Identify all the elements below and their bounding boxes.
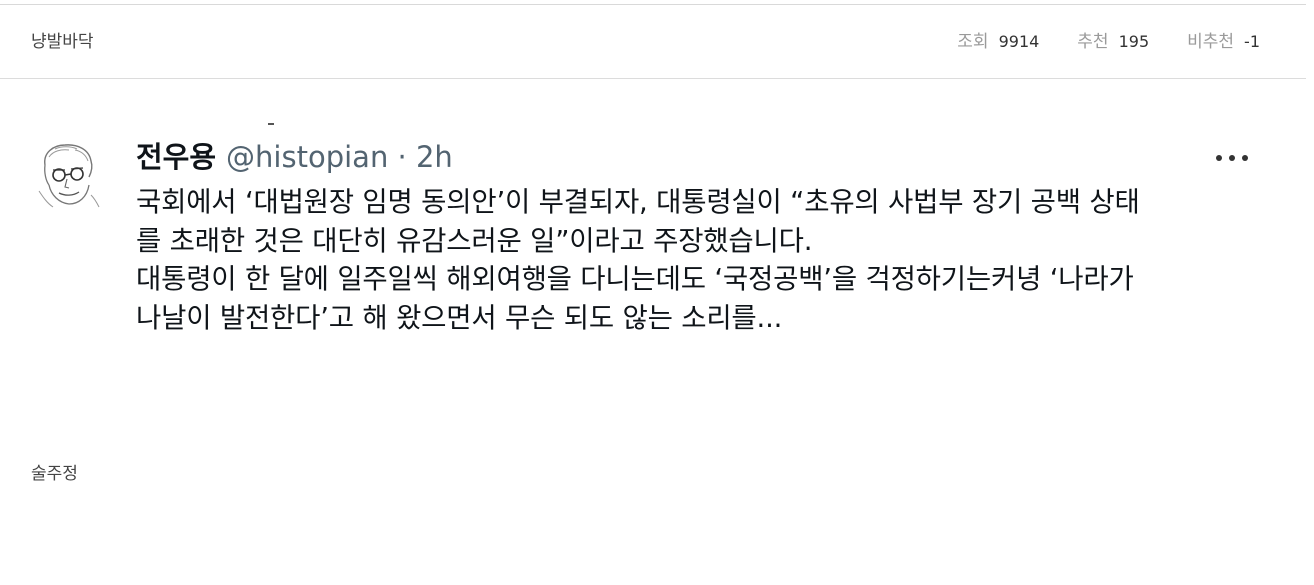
post-page: 냥발바닥 조회 9914 추천 195 비추천 -1 전우용 @histopia… [0, 0, 1314, 585]
tweet-text-line: 를 초래한 것은 대단히 유감스러운 일”이라고 주장했습니다. [136, 224, 813, 257]
tweet-display-name[interactable]: 전우용 [136, 140, 216, 174]
tweet-handle-time[interactable]: @histopian · 2h [226, 140, 453, 174]
comment-author[interactable]: 술주정 [31, 462, 78, 486]
likes-stat: 추천 195 [1077, 30, 1149, 54]
likes-label: 추천 [1077, 32, 1109, 52]
dislikes-stat: 비추천 -1 [1187, 30, 1260, 54]
tweet-body: 국회에서 ‘대법원장 임명 동의안’이 부결되자, 대통령실이 “초유의 사법부… [136, 183, 1266, 337]
likes-count: 195 [1118, 32, 1150, 51]
tweet-text-line: 대통령이 한 달에 일주일씩 해외여행을 다니는데도 ‘국정공백’을 걱정하기는… [136, 263, 1134, 295]
tweet-text-line: 나날이 발전한다’고 해 왔으면서 무슨 되도 않는 소리를... [136, 301, 783, 334]
decorative-mark [268, 123, 274, 125]
dislikes-count: -1 [1244, 32, 1260, 51]
more-options-button[interactable] [1212, 144, 1252, 172]
tweet-header: 전우용 @histopian · 2h [136, 138, 453, 176]
post-info-bar: 냥발바닥 조회 9914 추천 195 비추천 -1 [0, 5, 1306, 79]
post-stats: 조회 9914 추천 195 비추천 -1 [957, 30, 1260, 54]
embedded-tweet: 전우용 @histopian · 2h 국회에서 ‘대법원장 임명 동의안’이 부… [0, 80, 1306, 400]
avatar[interactable] [31, 137, 105, 211]
post-author[interactable]: 냥발바닥 [31, 30, 94, 54]
views-stat: 조회 9914 [957, 30, 1039, 54]
dislikes-label: 비추천 [1187, 32, 1235, 52]
views-count: 9914 [998, 32, 1040, 51]
tweet-text-line: 국회에서 ‘대법원장 임명 동의안’이 부결되자, 대통령실이 “초유의 사법부… [136, 186, 1140, 218]
more-horizontal-icon [1216, 155, 1248, 161]
views-label: 조회 [957, 32, 989, 52]
